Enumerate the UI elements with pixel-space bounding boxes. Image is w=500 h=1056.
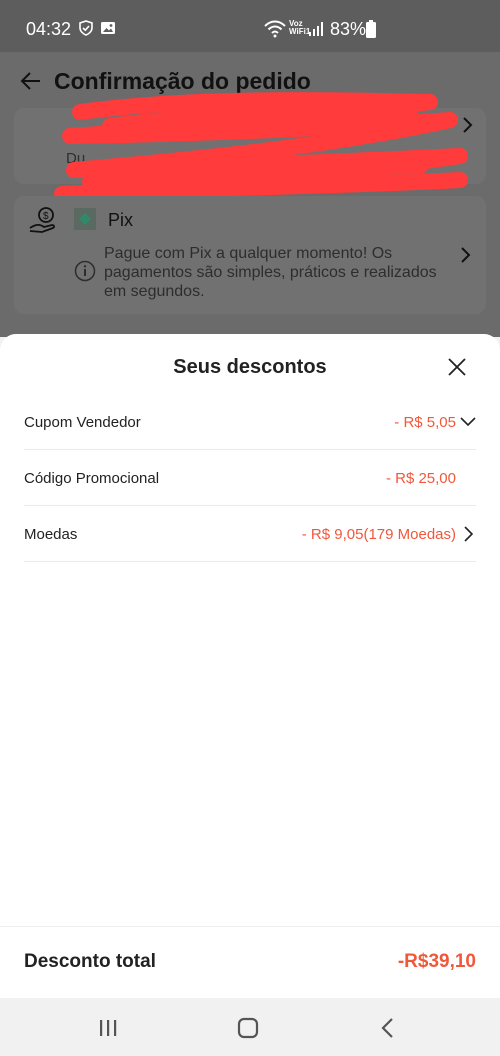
battery-percent: 83% (330, 19, 367, 39)
status-time: 04:32 (26, 19, 72, 39)
home-icon[interactable] (236, 1016, 260, 1040)
background-page: Confirmação do pedido Du $ Pix Pague com… (0, 52, 500, 337)
network-label: Voz WiFi1 (289, 19, 311, 36)
system-nav-bar (0, 998, 500, 1056)
discount-row-seller-coupon[interactable]: Cupom Vendedor - R$ 5,05 (24, 394, 476, 450)
back-icon[interactable] (376, 1016, 400, 1040)
total-discount-value: -R$39,10 (397, 951, 476, 972)
payment-description: Pague com Pix a qualquer momento! Os pag… (104, 245, 437, 300)
money-hand-icon: $ (29, 207, 55, 233)
redaction-scribble (54, 92, 468, 202)
chevron-right-icon (461, 247, 471, 263)
wifi-icon (264, 20, 286, 38)
total-discount-bar: Desconto total -R$39,10 (0, 926, 500, 998)
back-arrow-icon[interactable] (20, 70, 42, 92)
shield-icon (79, 20, 93, 36)
discount-row-coins[interactable]: Moedas - R$ 9,05(179 Moedas) (24, 506, 476, 562)
discount-row-promo-code[interactable]: Código Promocional - R$ 25,00 (24, 450, 476, 506)
sheet-title: Seus descontos (173, 356, 327, 378)
total-discount-label: Desconto total (24, 951, 156, 972)
discount-label: Código Promocional (24, 470, 160, 487)
status-bar: 04:32 Voz WiFi1 83% (0, 0, 500, 52)
gallery-icon (101, 22, 115, 34)
battery-icon (366, 20, 376, 38)
svg-text:$: $ (43, 211, 49, 222)
discount-value: - R$ 9,05(179 Moedas) (301, 526, 456, 543)
discounts-sheet: Seus descontos Cupom Vendedor - R$ 5,05 … (0, 334, 500, 926)
info-icon (74, 260, 96, 282)
recent-apps-icon[interactable] (96, 1016, 120, 1040)
signal-icon (309, 22, 323, 36)
payment-method-label: Pix (108, 210, 134, 230)
pix-diamond-icon (79, 213, 91, 225)
chevron-right-icon[interactable] (460, 526, 476, 542)
discount-value: - R$ 25,00 (385, 470, 456, 487)
discount-value: - R$ 5,05 (394, 414, 456, 431)
discount-label: Moedas (24, 526, 78, 543)
discount-label: Cupom Vendedor (24, 414, 141, 431)
chevron-down-icon[interactable] (460, 414, 476, 430)
close-icon[interactable] (446, 356, 468, 378)
payment-method-card[interactable]: $ Pix Pague com Pix a qualquer momento! … (14, 196, 486, 314)
